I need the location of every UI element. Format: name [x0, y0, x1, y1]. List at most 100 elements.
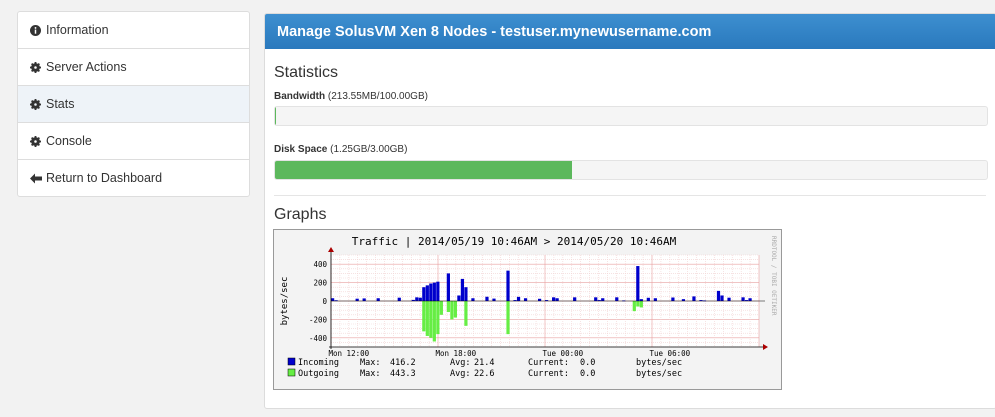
- graphs-heading: Graphs: [274, 206, 327, 223]
- bar-incoming: [555, 298, 559, 301]
- legend-text: Current:: [528, 369, 569, 379]
- bar-incoming: [671, 297, 675, 301]
- bar-incoming: [429, 283, 433, 301]
- bar-incoming: [485, 296, 489, 301]
- bar-outgoing: [422, 301, 426, 332]
- bar-incoming: [720, 295, 724, 301]
- legend-text: 0.0: [580, 358, 595, 368]
- bar-incoming: [460, 278, 465, 301]
- chart-ylabel: bytes/sec: [280, 277, 290, 326]
- legend-text: 443.3: [390, 369, 416, 379]
- bar-incoming: [471, 298, 475, 301]
- legend-text: 22.6: [474, 369, 494, 379]
- bar-incoming: [748, 298, 752, 301]
- legend-text: 21.4: [474, 358, 494, 368]
- bar-incoming: [376, 298, 380, 301]
- y-tick-label: -400: [309, 334, 328, 343]
- gear-icon: [29, 61, 42, 73]
- bandwidth-label: Bandwidth (213.55MB/100.00GB): [274, 91, 428, 102]
- bar-incoming: [355, 298, 359, 301]
- bandwidth-value: (213.55MB/100.00GB): [327, 91, 428, 102]
- info-circle-icon: [29, 24, 42, 36]
- traffic-chart-svg: Traffic | 2014/05/19 10:46AM > 2014/05/2…: [280, 235, 777, 379]
- legend-text: Incoming: [298, 358, 339, 368]
- bar-incoming: [492, 298, 496, 301]
- bar-incoming: [415, 297, 419, 301]
- y-axis-arrow: [328, 247, 334, 252]
- disk-value: (1.25GB/3.00GB): [330, 144, 408, 155]
- gear-icon: [29, 98, 42, 110]
- legend-text: Avg:: [450, 358, 470, 368]
- disk-label-text: Disk Space: [274, 144, 328, 155]
- bar-outgoing: [439, 301, 443, 315]
- legend-text: 416.2: [390, 358, 416, 368]
- x-tick-label: Mon 12:00: [329, 349, 370, 358]
- bar-outgoing: [425, 301, 429, 336]
- bar-outgoing: [446, 301, 450, 313]
- bar-incoming: [464, 287, 468, 301]
- sidebar-item-return-to-dashboard[interactable]: Return to Dashboard: [18, 160, 249, 196]
- y-tick-label: 200: [313, 279, 327, 288]
- sidebar-item-label: Return to Dashboard: [46, 171, 163, 185]
- sidebar-item-server-actions[interactable]: Server Actions: [18, 49, 249, 86]
- y-tick-label: -200: [309, 315, 328, 324]
- bar-outgoing: [436, 301, 440, 335]
- x-tick-label: Tue 06:00: [650, 349, 691, 358]
- sidebar-item-console[interactable]: Console: [18, 123, 249, 160]
- bar-incoming: [362, 298, 366, 301]
- bar-incoming: [446, 273, 450, 301]
- y-tick-label: 0: [322, 297, 327, 306]
- legend-text: Avg:: [450, 369, 470, 379]
- bar-incoming: [457, 295, 461, 301]
- bar-outgoing: [453, 301, 457, 318]
- sidebar-item-stats[interactable]: Stats: [18, 86, 249, 123]
- legend: Incoming Max: 416.2 Avg: 21.4 Current: 0.0 byte…: [287, 357, 682, 379]
- chart-title: Traffic | 2014/05/19 10:46AM > 2014/05/2…: [352, 235, 677, 248]
- bar-incoming: [516, 296, 521, 301]
- bandwidth-progress-fill: [275, 107, 277, 125]
- bar-outgoing: [636, 301, 640, 307]
- bar-incoming: [727, 297, 731, 301]
- disk-label: Disk Space (1.25GB/3.00GB): [274, 144, 407, 155]
- legend-text: Max:: [360, 369, 380, 379]
- bar-incoming: [506, 270, 510, 301]
- bar-incoming: [636, 266, 640, 301]
- sidebar-item-label: Console: [46, 134, 92, 148]
- legend-swatch: [287, 368, 296, 377]
- arrow-left-icon: [29, 173, 42, 184]
- legend-text: 0.0: [580, 369, 595, 379]
- bar-incoming: [573, 297, 577, 301]
- x-axis-arrow: [763, 344, 768, 350]
- legend-text: Max:: [360, 358, 380, 368]
- bar-outgoing: [639, 301, 643, 308]
- bar-incoming: [646, 297, 650, 301]
- divider: [274, 195, 986, 196]
- sidebar-item-information[interactable]: Information: [18, 12, 249, 49]
- legend-text: Current:: [528, 358, 569, 368]
- bar-outgoing: [429, 301, 433, 338]
- bar-outgoing: [506, 301, 510, 335]
- bar-incoming: [653, 298, 657, 301]
- bar-incoming: [741, 297, 745, 301]
- bar-incoming: [397, 297, 401, 301]
- bar-incoming: [422, 287, 426, 301]
- bar-incoming: [594, 297, 598, 301]
- sidebar: Information Server Actions Stats Console…: [17, 11, 250, 197]
- bar-incoming: [418, 297, 422, 301]
- traffic-graph: Traffic | 2014/05/19 10:46AM > 2014/05/2…: [273, 229, 782, 390]
- gear-icon: [29, 135, 42, 147]
- disk-progress-bar: [274, 160, 988, 180]
- panel-title: Manage SolusVM Xen 8 Nodes - testuser.my…: [265, 14, 995, 49]
- legend-text: Outgoing: [298, 369, 339, 379]
- legend-swatch: [287, 357, 296, 366]
- x-tick-label: Mon 18:00: [436, 349, 477, 358]
- sidebar-item-label: Stats: [46, 97, 75, 111]
- statistics-heading: Statistics: [274, 64, 339, 81]
- bar-incoming: [523, 298, 528, 301]
- bar-incoming: [432, 282, 436, 301]
- sidebar-item-label: Information: [46, 23, 109, 37]
- bar-incoming: [601, 298, 605, 301]
- bandwidth-progress-bar: [274, 106, 988, 126]
- bar-incoming: [716, 290, 721, 301]
- bar-outgoing: [464, 301, 468, 326]
